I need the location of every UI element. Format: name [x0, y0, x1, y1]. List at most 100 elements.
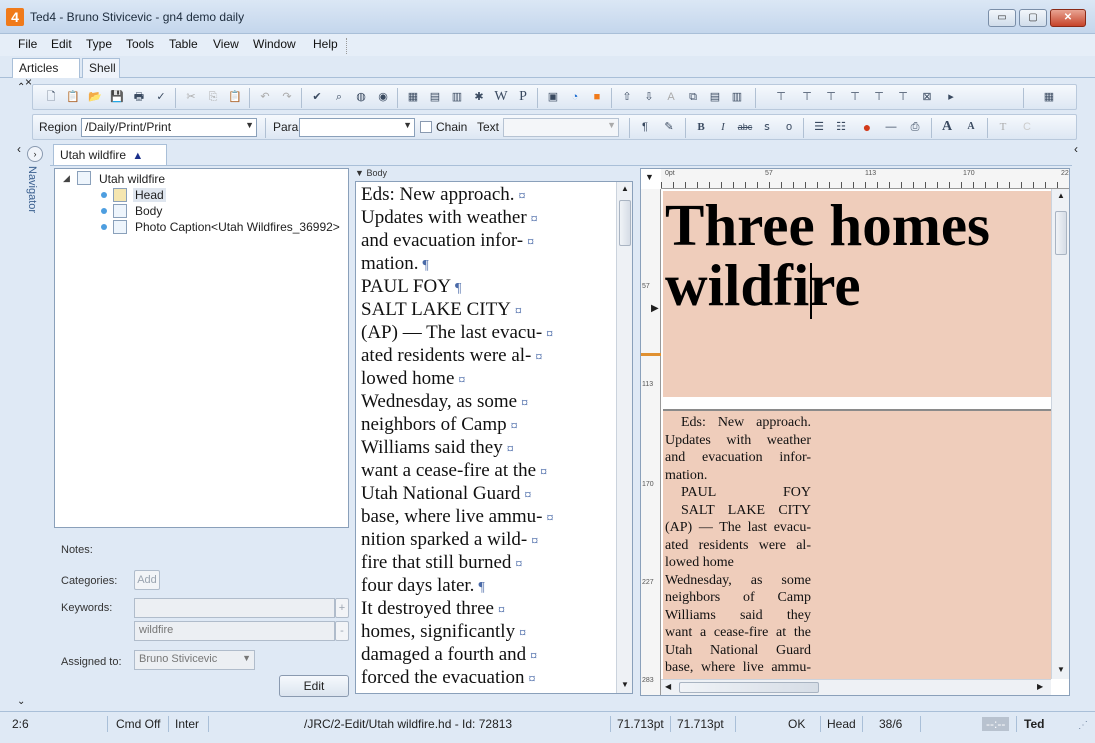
shrink-font-icon[interactable]: A — [963, 119, 979, 135]
text-icon[interactable]: A — [663, 89, 679, 105]
tab-shell[interactable]: Shell — [82, 58, 120, 78]
globe-icon[interactable]: ◍ — [353, 89, 369, 105]
check-icon[interactable]: ✔ — [309, 89, 325, 105]
tree-item-photo-caption[interactable]: Photo Caption<Utah Wildfires_36992> — [135, 220, 340, 234]
preview-scrollbar[interactable]: ▲ ▼ — [1051, 189, 1069, 679]
page-icon[interactable]: ⎙ — [907, 119, 923, 135]
print-icon[interactable]: 🖶 — [131, 89, 147, 105]
link-icon[interactable]: ⧉ — [685, 89, 701, 105]
scroll-right-icon[interactable]: ▶ — [1037, 682, 1043, 691]
tree-item-head[interactable]: Head — [133, 188, 166, 202]
body-scrollbar[interactable]: ▲ ▼ — [616, 182, 632, 693]
resize-grip-icon[interactable]: ⋰ — [1078, 720, 1088, 731]
scroll-up-icon[interactable]: ▲ — [621, 184, 629, 193]
grow-font-icon[interactable]: A — [939, 119, 955, 135]
collapse-up-icon[interactable]: ⌃ — [17, 82, 25, 93]
tools-icon[interactable]: ✱ — [471, 89, 487, 105]
assigned-select[interactable]: Bruno Stivicevic ▼ — [134, 650, 255, 670]
photo-icon[interactable]: ▣ — [545, 89, 561, 105]
outline-icon[interactable]: o — [781, 119, 797, 135]
keyword-input[interactable] — [134, 598, 335, 618]
navigator-toggle-icon[interactable]: › — [27, 146, 43, 162]
edit-button[interactable]: Edit — [279, 675, 349, 697]
region-select[interactable]: /Daily/Print/Print ▼ — [81, 118, 257, 137]
menu-edit[interactable]: Edit — [51, 37, 72, 51]
menu-tools[interactable]: Tools — [126, 37, 154, 51]
minimize-button[interactable]: ▭ — [988, 9, 1016, 27]
collapse-right-icon[interactable]: ‹ — [1074, 142, 1078, 156]
copy-icon[interactable]: ⎘ — [205, 89, 221, 105]
headline-frame[interactable]: Three homes wildfire — [663, 191, 1051, 397]
body-frame[interactable]: Eds: New approach. Updates with weather an… — [663, 409, 1051, 679]
menu-help[interactable]: Help — [313, 37, 338, 51]
close-button[interactable]: ✕ — [1050, 9, 1086, 27]
move-down-icon[interactable]: ⇩ — [641, 89, 657, 105]
align-top2-icon[interactable]: ⊤ — [799, 89, 815, 105]
scroll-left-icon[interactable]: ◀ — [665, 682, 671, 691]
menu-window[interactable]: Window — [253, 37, 296, 51]
cut-icon[interactable]: ✂ — [183, 89, 199, 105]
tree-item-body[interactable]: Body — [135, 204, 162, 218]
scroll-thumb[interactable] — [619, 200, 631, 246]
web-search-icon[interactable]: ◉ — [375, 89, 391, 105]
indent-marker-icon[interactable]: ▶ — [651, 303, 659, 314]
stats-icon[interactable]: ▥ — [449, 89, 465, 105]
scroll-down-icon[interactable]: ▼ — [1057, 665, 1065, 674]
highlight-icon[interactable]: ✎ — [661, 119, 677, 135]
case-icon[interactable]: C — [1019, 119, 1035, 135]
paste-icon[interactable]: 📋 — [65, 89, 81, 105]
align-top-icon[interactable]: ⊤ — [773, 89, 789, 105]
collapse-left-icon[interactable]: ‹ — [17, 142, 21, 156]
undo-icon[interactable]: ↶ — [257, 89, 273, 105]
expand-icon[interactable]: ◢ — [63, 173, 70, 184]
add-category-button[interactable]: Add — [134, 570, 160, 590]
align-mid-icon[interactable]: ⊤ — [823, 89, 839, 105]
menu-type[interactable]: Type — [86, 37, 112, 51]
preview-hscrollbar[interactable]: ◀ ▶ — [661, 679, 1051, 695]
italic-icon[interactable]: I — [715, 119, 731, 135]
bold-icon[interactable]: B — [693, 119, 709, 135]
tab-articles[interactable]: Articles × — [12, 58, 80, 89]
blog-icon[interactable]: ■ — [589, 89, 605, 105]
new-icon[interactable]: 🗋 — [43, 89, 59, 105]
scroll-down-icon[interactable]: ▼ — [621, 680, 629, 689]
hscroll-thumb[interactable] — [679, 682, 819, 693]
typeface-icon[interactable]: T — [995, 119, 1011, 135]
image-icon[interactable]: ▤ — [427, 89, 443, 105]
numbered-list-icon[interactable]: ☷ — [833, 119, 849, 135]
remove-keyword-icon[interactable]: - — [335, 621, 349, 641]
navigator-label[interactable]: Navigator — [26, 166, 38, 213]
tab-close-icon[interactable]: × — [25, 75, 32, 89]
strikethrough-icon[interactable]: abc — [737, 119, 753, 135]
keyword-item[interactable]: wildfire — [134, 621, 335, 641]
distribute-icon[interactable]: ⊤ — [895, 89, 911, 105]
layout-preview[interactable]: 0pt 57 113 170 227 57 113 170 227 283 ▼ … — [640, 168, 1070, 696]
save-icon[interactable]: 💾 — [109, 89, 125, 105]
bullet-list-icon[interactable]: ☰ — [811, 119, 827, 135]
scroll-thumb[interactable] — [1055, 211, 1067, 255]
align-bottom2-icon[interactable]: ⊤ — [871, 89, 887, 105]
spellcheck-icon[interactable]: ✓ — [153, 89, 169, 105]
smallcaps-icon[interactable]: ꜱ — [759, 119, 775, 135]
scroll-up-icon[interactable]: ▲ — [1057, 191, 1065, 200]
pilcrow-icon[interactable]: ¶ — [637, 119, 653, 135]
frame-icon[interactable]: ⊠ — [919, 89, 935, 105]
chain-checkbox[interactable] — [420, 121, 432, 133]
word-icon[interactable]: W — [493, 89, 509, 105]
menu-file[interactable]: File — [18, 37, 37, 51]
more-arrow-icon[interactable]: ▸ — [943, 89, 959, 105]
para-select[interactable]: ▼ — [299, 118, 415, 137]
body-text-editor[interactable]: Eds: New approach. ¤ Updates with weather ¤… — [355, 181, 633, 694]
maximize-button[interactable]: ▢ — [1019, 9, 1047, 27]
table-icon[interactable]: ▦ — [1041, 89, 1057, 105]
properties-icon[interactable]: ▦ — [405, 89, 421, 105]
columns-icon[interactable]: ▥ — [729, 89, 745, 105]
article-tab[interactable]: Utah wildfire ▲ × — [53, 144, 167, 176]
collapse-triangle-icon[interactable]: ▼ — [355, 168, 364, 178]
align-bottom-icon[interactable]: ⊤ — [847, 89, 863, 105]
paragraph-p-icon[interactable]: P — [515, 89, 531, 105]
find-icon[interactable]: ⌕ — [331, 89, 347, 105]
menu-grip-handle[interactable] — [346, 38, 356, 54]
redo-icon[interactable]: ↷ — [279, 89, 295, 105]
menu-table[interactable]: Table — [169, 37, 198, 51]
